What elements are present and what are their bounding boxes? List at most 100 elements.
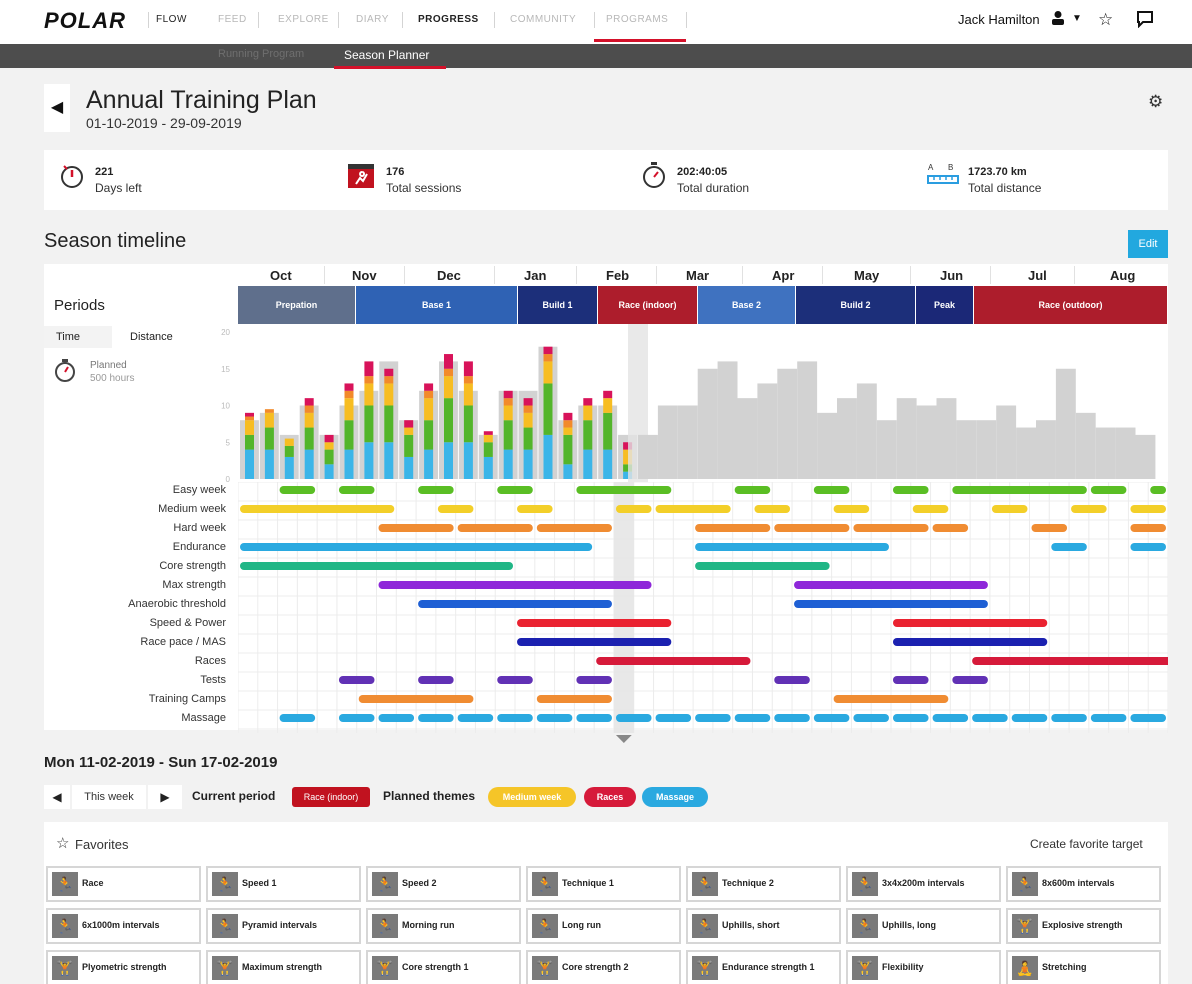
- theme-label: Tests: [200, 674, 226, 686]
- nav-feed[interactable]: FEED: [218, 14, 247, 25]
- favorite-tile[interactable]: 🏃 Uphills, short: [686, 908, 841, 944]
- favorite-tile[interactable]: 🏃 Race: [46, 866, 201, 902]
- nav-explore[interactable]: EXPLORE: [278, 14, 329, 25]
- nav-community[interactable]: COMMUNITY: [510, 14, 576, 25]
- theme-bar: [734, 714, 771, 722]
- nav-diary[interactable]: DIARY: [356, 14, 389, 25]
- nav-programs[interactable]: PROGRAMS: [606, 14, 668, 25]
- favorite-label: Uphills, long: [882, 920, 936, 930]
- nav-progress[interactable]: PROGRESS: [418, 14, 479, 25]
- period-race-indoor[interactable]: Race (indoor): [598, 286, 698, 324]
- this-week-button[interactable]: This week: [72, 785, 146, 809]
- planned-bar: [638, 434, 658, 479]
- countdown-icon: [58, 160, 86, 196]
- theme-bar: [655, 505, 731, 513]
- divider: [258, 12, 259, 28]
- theme-bar: [932, 524, 969, 532]
- completed-bar-segment: [563, 420, 573, 428]
- planned-bar: [1135, 434, 1156, 479]
- theme-bar: [892, 714, 929, 722]
- period-base-2[interactable]: Base 2: [698, 286, 796, 324]
- favorite-tile[interactable]: 🏋 Flexibility: [846, 950, 1001, 984]
- favorite-tile[interactable]: 🏃 Uphills, long: [846, 908, 1001, 944]
- theme-bar: [635, 486, 672, 494]
- favorite-tile[interactable]: 🏃 Technique 2: [686, 866, 841, 902]
- summary-stats: [44, 150, 1168, 210]
- favorite-tile[interactable]: 🏋 Core strength 2: [526, 950, 681, 984]
- favorite-tile[interactable]: 🏃 Speed 1: [206, 866, 361, 902]
- user-name[interactable]: Jack Hamilton: [958, 12, 1040, 27]
- favorite-tile[interactable]: 🏃 3x4x200m intervals: [846, 866, 1001, 902]
- period-build-2[interactable]: Build 2: [796, 286, 916, 324]
- completed-bar-segment: [424, 420, 434, 450]
- current-period-label: Current period: [192, 789, 276, 803]
- create-favorite-target-button[interactable]: Create favorite target: [1030, 837, 1143, 851]
- strength-icon: 🏋: [692, 956, 718, 980]
- favorite-tile[interactable]: 🏋 Plyometric strength: [46, 950, 201, 984]
- message-icon[interactable]: [1136, 10, 1154, 33]
- theme-label: Speed & Power: [149, 617, 226, 629]
- theme-bar: [517, 638, 672, 646]
- favorite-tile[interactable]: 🏃 Pyramid intervals: [206, 908, 361, 944]
- completed-bar-segment: [503, 420, 513, 450]
- completed-bar-segment: [364, 361, 374, 377]
- favorite-tile[interactable]: 🏃 Speed 2: [366, 866, 521, 902]
- previous-week-button[interactable]: ◀: [44, 785, 70, 809]
- completed-bar-segment: [384, 368, 394, 377]
- completed-bar-segment: [444, 368, 453, 377]
- divider: [494, 12, 495, 28]
- strength-icon: 🏋: [52, 956, 78, 980]
- theme-bar: [378, 714, 415, 722]
- user-icon[interactable]: [1050, 10, 1066, 31]
- polar-logo[interactable]: POLAR: [44, 8, 126, 34]
- favorite-tile[interactable]: 🏋 Endurance strength 1: [686, 950, 841, 984]
- tab-running-program[interactable]: Running Program: [218, 48, 304, 60]
- period-build-1[interactable]: Build 1: [518, 286, 598, 324]
- planned-bar: [777, 368, 798, 479]
- completed-bar-segment: [463, 405, 473, 443]
- favorite-tile[interactable]: 🏃 6x1000m intervals: [46, 908, 201, 944]
- completed-bar-segment: [264, 427, 274, 450]
- strength-icon: 🏋: [372, 956, 398, 980]
- runner-icon: 🏃: [212, 872, 238, 896]
- favorite-tile[interactable]: 🏃 Morning run: [366, 908, 521, 944]
- completed-bar-segment: [245, 420, 254, 435]
- period-peak[interactable]: Peak: [916, 286, 974, 324]
- theme-bar: [1051, 714, 1087, 722]
- theme-bar: [853, 524, 929, 532]
- star-icon[interactable]: ☆: [1098, 10, 1113, 30]
- total-duration-value: 202:40:05: [677, 166, 728, 178]
- chevron-down-icon[interactable]: ▼: [1072, 13, 1082, 24]
- theme-bar: [774, 676, 810, 684]
- completed-bar-segment: [245, 416, 254, 421]
- favorite-tile[interactable]: 🏋 Explosive strength: [1006, 908, 1161, 944]
- favorite-label: Technique 2: [722, 878, 774, 888]
- route-icon: AB: [926, 160, 962, 196]
- completed-bar-segment: [503, 398, 513, 406]
- favorite-tile[interactable]: 🏋 Core strength 1: [366, 950, 521, 984]
- theme-bar: [1031, 524, 1068, 532]
- favorite-tile[interactable]: 🏃 8x600m intervals: [1006, 866, 1161, 902]
- tab-season-planner[interactable]: Season Planner: [344, 48, 429, 62]
- next-week-button[interactable]: ▶: [148, 785, 182, 809]
- theme-bar: [892, 638, 1048, 646]
- favorite-tile[interactable]: 🏃 Technique 1: [526, 866, 681, 902]
- back-button[interactable]: ◀: [44, 84, 70, 132]
- tab-time[interactable]: Time: [44, 326, 112, 348]
- period-preparation[interactable]: Prepation: [238, 286, 356, 324]
- tab-distance[interactable]: Distance: [118, 326, 210, 348]
- planned-bar: [817, 412, 837, 479]
- favorite-tile[interactable]: 🏃 Long run: [526, 908, 681, 944]
- completed-bar-segment: [264, 449, 274, 479]
- theme-bar: [615, 505, 652, 513]
- period-race-outdoor[interactable]: Race (outdoor): [974, 286, 1168, 324]
- edit-button[interactable]: Edit: [1128, 230, 1168, 258]
- theme-bar: [695, 562, 830, 570]
- favorite-tile[interactable]: 🧘 Stretching: [1006, 950, 1161, 984]
- planned-bar: [757, 383, 778, 479]
- period-base-1[interactable]: Base 1: [356, 286, 518, 324]
- completed-bar-segment: [304, 449, 314, 479]
- favorite-tile[interactable]: 🏋 Maximum strength: [206, 950, 361, 984]
- theme-bar: [536, 714, 573, 722]
- gear-icon[interactable]: ⚙: [1148, 92, 1163, 112]
